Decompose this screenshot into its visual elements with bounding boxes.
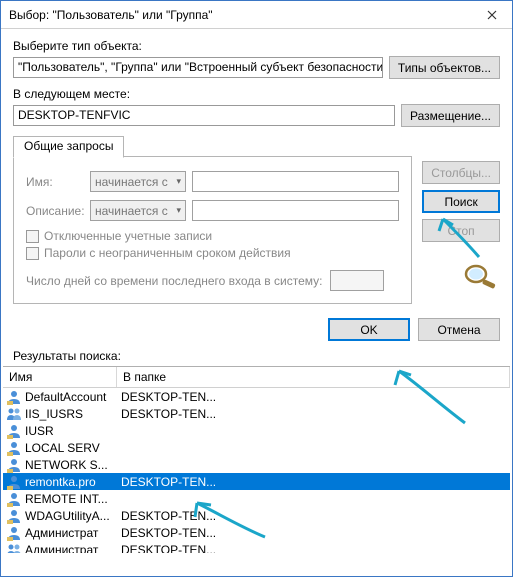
ok-button[interactable]: OK [328,318,410,341]
tab-common-queries[interactable]: Общие запросы [13,136,124,158]
row-name: DefaultAccount [25,390,117,404]
disabled-accounts-label: Отключенные учетные записи [44,229,212,243]
user-icon [6,457,22,473]
table-row[interactable]: IUSR [3,422,510,439]
user-icon [6,389,22,405]
user-icon [6,525,22,541]
group-icon [6,406,22,422]
table-row[interactable]: WDAGUtilityA...DESKTOP-TEN... [3,507,510,524]
results-grid[interactable]: DefaultAccountDESKTOP-TEN...IIS_IUSRSDES… [3,388,510,553]
user-icon [6,491,22,507]
name-filter-input[interactable] [192,171,399,192]
nonexpiring-passwords-checkbox[interactable] [26,247,39,260]
days-since-logon-label: Число дней со времени последнего входа в… [26,274,322,288]
location-field: DESKTOP-TENFVIC [13,105,395,126]
tabstrip: Общие запросы [13,135,412,157]
row-folder: DESKTOP-TEN... [117,509,510,523]
group-icon [6,542,22,554]
row-folder: DESKTOP-TEN... [117,526,510,540]
user-icon [6,440,22,456]
chevron-down-icon: ▾ [176,176,181,187]
row-name: IIS_IUSRS [25,407,117,421]
object-type-field: "Пользователь", "Группа" или "Встроенный… [13,57,383,78]
row-folder: DESKTOP-TEN... [117,407,510,421]
object-types-button[interactable]: Типы объектов... [389,56,500,79]
nonexpiring-passwords-label: Пароли с неограниченным сроком действия [44,246,291,260]
results-label: Результаты поиска: [1,345,512,366]
find-now-button[interactable]: Поиск [422,190,500,213]
table-row[interactable]: IIS_IUSRSDESKTOP-TEN... [3,405,510,422]
row-name: remontka.pro [25,475,117,489]
results-col-folder[interactable]: В папке [117,367,510,387]
row-folder: DESKTOP-TEN... [117,475,510,489]
titlebar[interactable]: Выбор: "Пользователь" или "Группа" [1,1,512,29]
common-queries-panel: Имя: начинается с ▾ Описание: начинается… [13,157,412,304]
row-name: Администрат [25,526,117,540]
user-icon [6,508,22,524]
disabled-accounts-checkbox[interactable] [26,230,39,243]
name-combo[interactable]: начинается с ▾ [90,171,186,192]
row-folder: DESKTOP-TEN... [117,390,510,404]
table-row[interactable]: АдминистратDESKTOP-TEN... [3,524,510,541]
table-row[interactable]: remontka.proDESKTOP-TEN... [3,473,510,490]
stop-button[interactable]: Стоп [422,219,500,242]
chevron-down-icon: ▾ [176,205,181,216]
row-name: IUSR [25,424,117,438]
days-since-logon-input[interactable] [330,270,384,291]
table-row[interactable]: DefaultAccountDESKTOP-TEN... [3,388,510,405]
desc-filter-input[interactable] [192,200,399,221]
row-name: LOCAL SERV [25,441,117,455]
location-label: В следующем месте: [13,87,500,101]
results-col-name[interactable]: Имя [3,367,117,387]
desc-filter-label: Описание: [26,204,84,218]
results-header: Имя В папке [3,366,510,388]
table-row[interactable]: NETWORK S... [3,456,510,473]
select-user-or-group-dialog: Выбор: "Пользователь" или "Группа" Выбер… [0,0,513,577]
name-filter-label: Имя: [26,175,84,189]
desc-combo[interactable]: начинается с ▾ [90,200,186,221]
table-row[interactable]: REMOTE INT... [3,490,510,507]
object-type-label: Выберите тип объекта: [13,39,500,53]
user-icon [6,423,22,439]
table-row[interactable]: LOCAL SERV [3,439,510,456]
row-name: REMOTE INT... [25,492,117,506]
window-title: Выбор: "Пользователь" или "Группа" [9,8,472,22]
row-folder: DESKTOP-TEN... [117,543,510,554]
locations-button[interactable]: Размещение... [401,104,500,127]
user-icon [6,474,22,490]
row-name: WDAGUtilityA... [25,509,117,523]
name-combo-value: начинается с [95,175,168,189]
close-button[interactable] [472,1,512,29]
desc-combo-value: начинается с [95,204,168,218]
cancel-button[interactable]: Отмена [418,318,500,341]
magnifier-icon [422,248,500,293]
row-name: Администрат [25,543,117,554]
row-name: NETWORK S... [25,458,117,472]
close-icon [487,10,497,20]
columns-button[interactable]: Столбцы... [422,161,500,184]
table-row[interactable]: АдминистратDESKTOP-TEN... [3,541,510,553]
